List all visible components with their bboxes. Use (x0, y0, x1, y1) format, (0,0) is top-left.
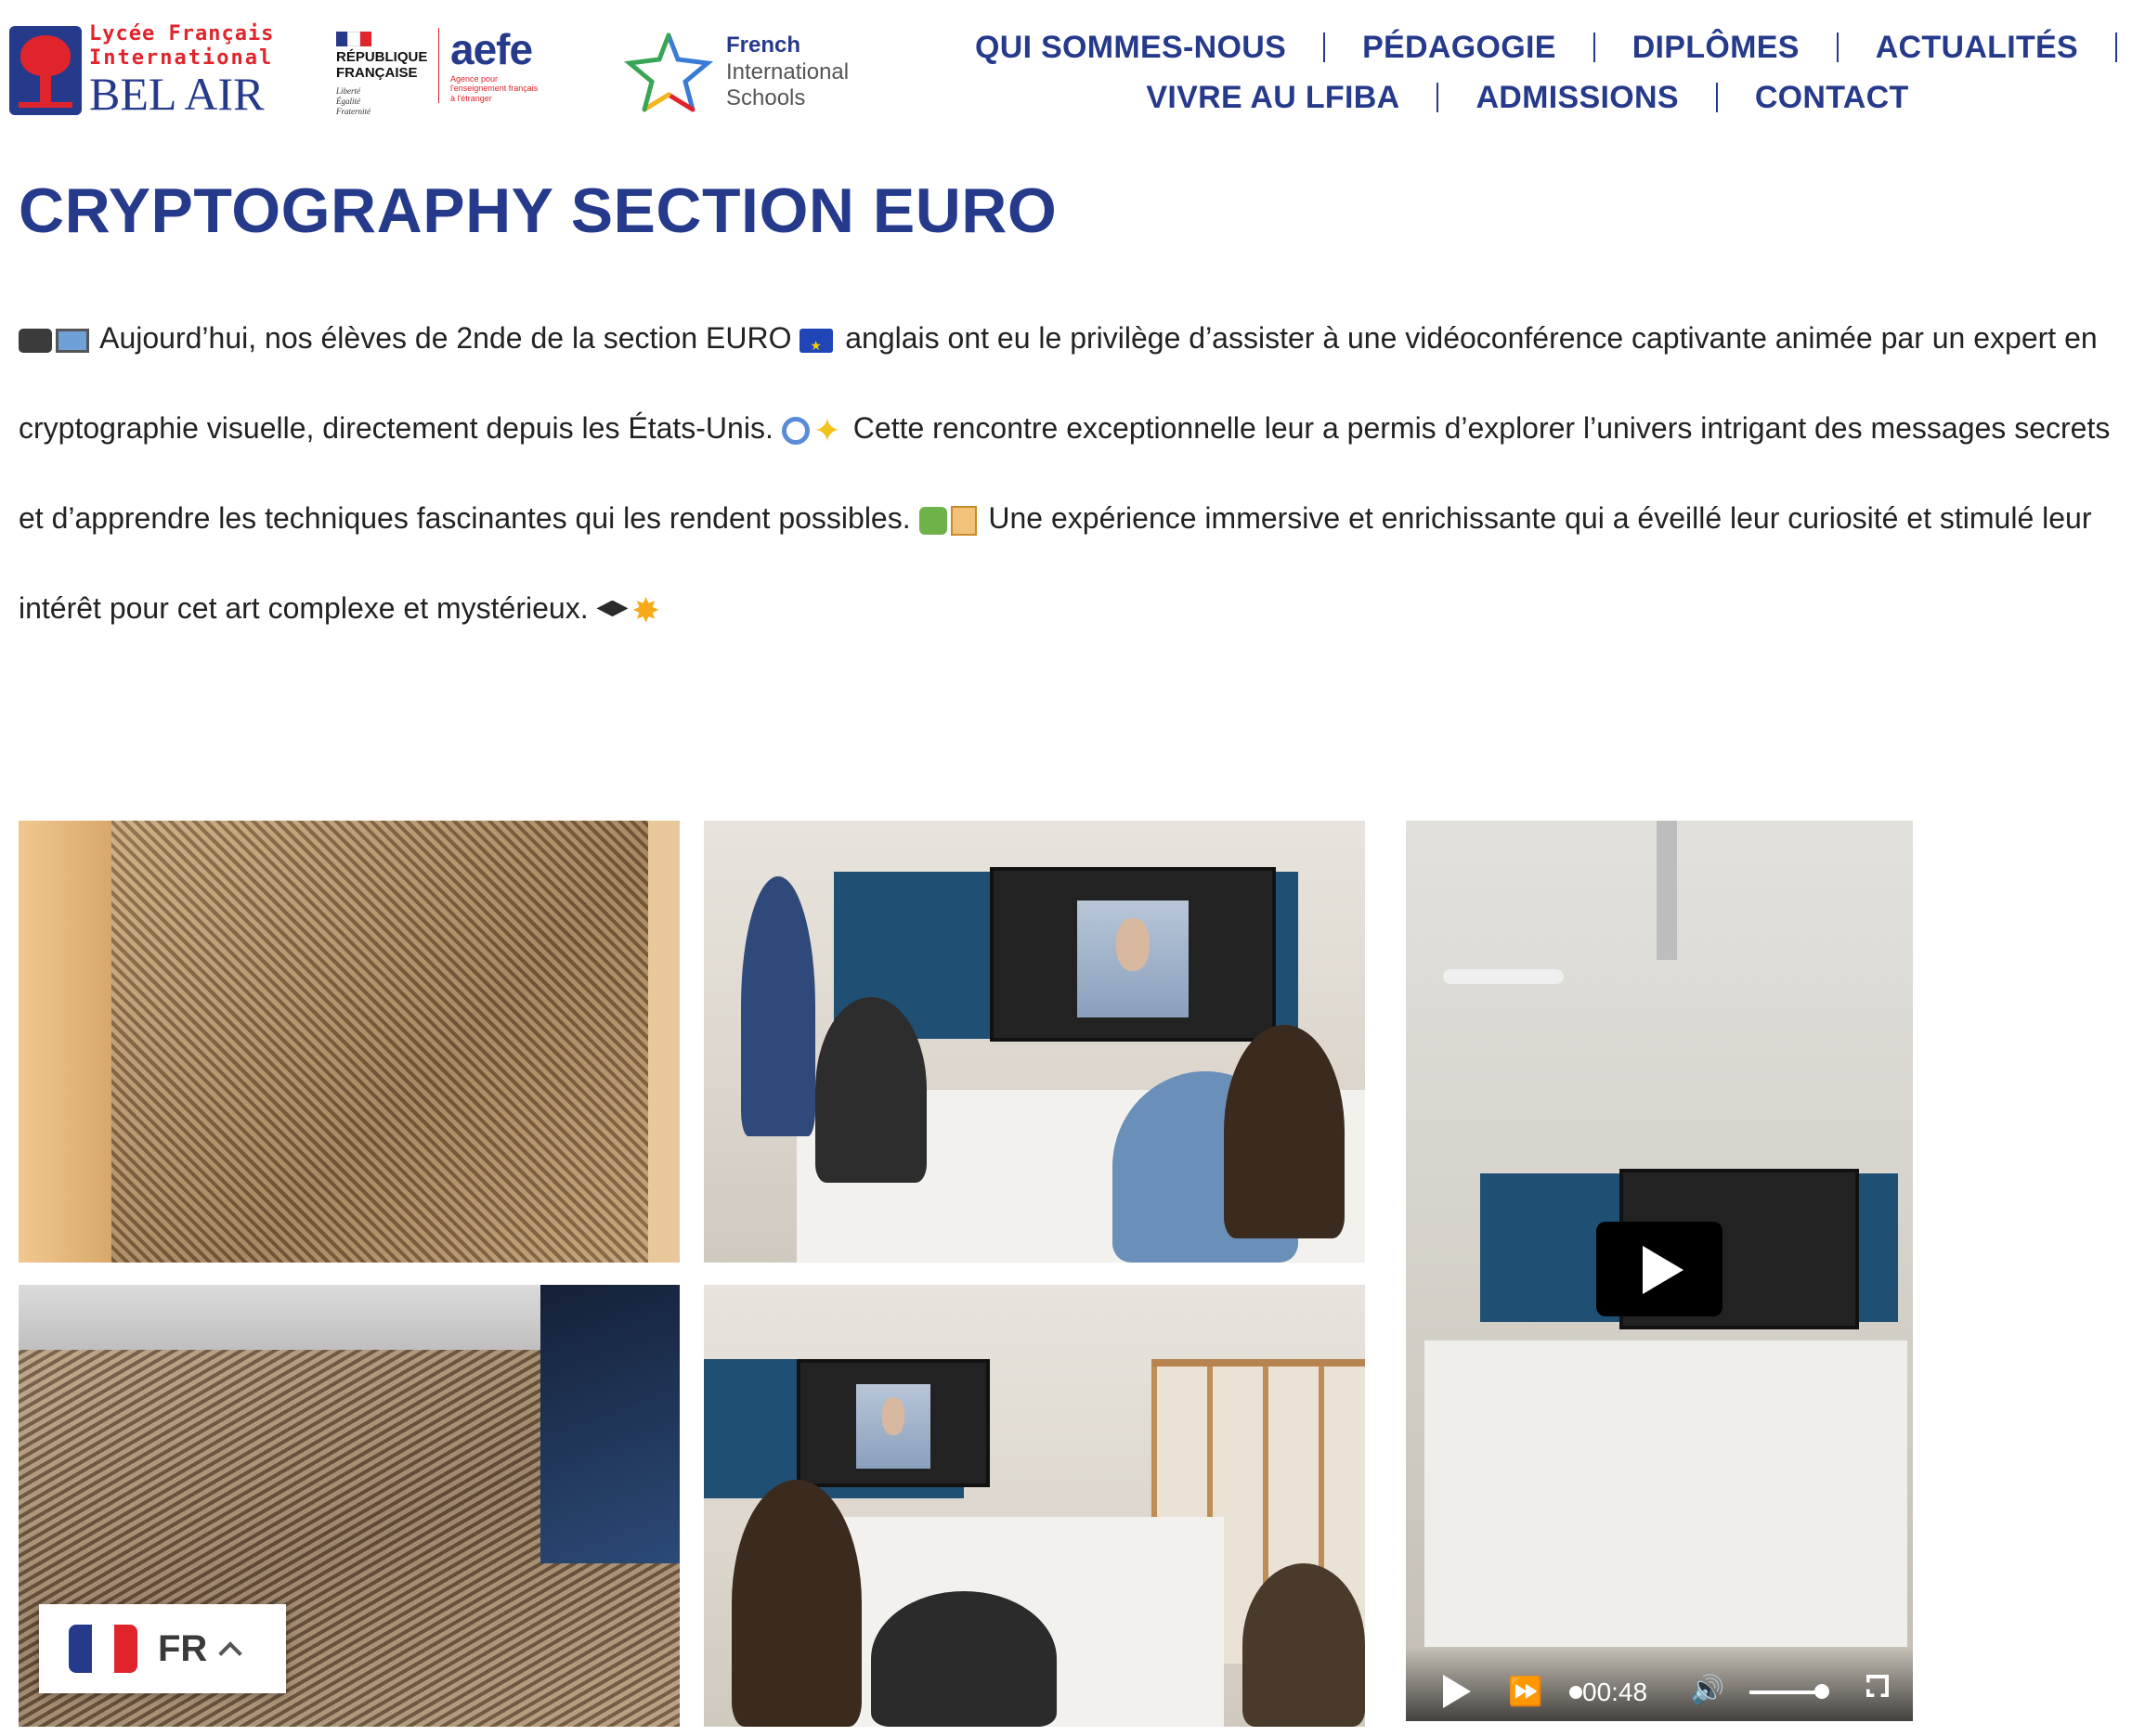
nav-contact[interactable]: CONTACT (1718, 80, 1946, 116)
article-body: Aujourd’hui, nos élèves de 2nde de la se… (19, 293, 2126, 654)
main-navigation: QUI SOMMES-NOUS PÉDAGOGIE DIPLÔMES ACTUA… (929, 22, 2126, 123)
play-icon[interactable] (1443, 1675, 1471, 1708)
nav-actualites[interactable]: ACTUALITÉS (1839, 30, 2115, 66)
language-switcher[interactable]: FR (39, 1604, 286, 1693)
page-title: CRYPTOGRAPHY SECTION EURO (19, 175, 1058, 246)
magnifier-icon (781, 416, 810, 445)
big-play-icon[interactable] (1596, 1222, 1722, 1316)
puzzle-icon (918, 506, 947, 535)
rf-motto-2: Égalité (336, 96, 360, 106)
fis-line-1: French (726, 32, 801, 58)
nav-row-1: QUI SOMMES-NOUS PÉDAGOGIE DIPLÔMES ACTUA… (929, 22, 2126, 72)
video-controls: ⏩ 00:48 🔊 (1406, 1647, 1913, 1721)
aefe-logo: aefe Agence pour l'enseignement français… (438, 25, 580, 104)
aefe-sub-1: Agence pour (450, 74, 499, 84)
aefe-wordmark: aefe (450, 25, 533, 73)
eu-flag-icon (800, 301, 834, 391)
hexagon-star-icon (624, 32, 713, 112)
laptop-icon (56, 328, 89, 353)
star-icon: ✸ (631, 590, 660, 629)
fis-line-3: Schools (726, 85, 806, 111)
nav-row-2: VIVRE AU LFIBA ADMISSIONS CONTACT (929, 72, 2126, 123)
nav-diplomes[interactable]: DIPLÔMES (1595, 30, 1837, 66)
graduation-cap-icon (596, 600, 629, 617)
gallery-photo-classroom-wide[interactable] (704, 1285, 1365, 1727)
gallery-photo-classroom-videoconference[interactable] (704, 821, 1365, 1263)
scroll-icon (950, 505, 977, 536)
rf-motto-1: Liberté (336, 86, 360, 96)
seek-handle[interactable] (1569, 1686, 1582, 1699)
nav-admissions[interactable]: ADMISSIONS (1438, 80, 1715, 116)
sparkles-icon: ✦ (812, 410, 841, 449)
nav-vivre-au-lfiba[interactable]: VIVRE AU LFIBA (1109, 80, 1436, 116)
volume-handle[interactable] (1814, 1684, 1829, 1699)
french-international-schools-logo: French International Schools (624, 30, 849, 115)
nav-pedagogie[interactable]: PÉDAGOGIE (1325, 30, 1593, 66)
rf-name-line-2: FRANÇAISE (336, 64, 418, 81)
volume-slider[interactable] (1749, 1691, 1824, 1694)
chevron-up-icon (218, 1641, 243, 1665)
aefe-sub-2: l'enseignement français (450, 84, 539, 94)
nav-divider (2115, 32, 2118, 62)
tree-crest-icon (9, 26, 82, 115)
logo-line-3: BEL AIR (89, 68, 265, 120)
marianne-flag-icon (336, 32, 371, 46)
french-flag-icon (69, 1625, 137, 1673)
article-text-1: Aujourd’hui, nos élèves de 2nde de la se… (99, 321, 792, 355)
video-player[interactable]: ⏩ 00:48 🔊 (1406, 821, 1913, 1721)
fullscreen-icon[interactable] (1866, 1675, 1889, 1697)
rf-name-line-1: RÉPUBLIQUE (336, 49, 428, 65)
belair-logo[interactable]: Lycée Français International BEL AIR (9, 22, 275, 120)
language-code: FR (158, 1627, 208, 1669)
gallery-photo-cryptography-pattern[interactable] (19, 821, 680, 1263)
fast-forward-icon[interactable]: ⏩ (1508, 1678, 1542, 1706)
logo-line-1: Lycée Français (89, 22, 275, 45)
rf-motto-3: Fraternité (336, 106, 370, 116)
logo-line-2: International (89, 46, 274, 70)
fis-line-2: International (726, 58, 850, 84)
volume-icon[interactable]: 🔊 (1690, 1677, 1724, 1704)
video-camera-icon (19, 328, 52, 353)
nav-qui-sommes-nous[interactable]: QUI SOMMES-NOUS (938, 30, 1323, 66)
aefe-sub-3: à l'étranger (450, 93, 492, 103)
republique-francaise-logo: RÉPUBLIQUE FRANÇAISE Liberté Égalité Fra… (336, 32, 428, 116)
video-time: 00:48 (1582, 1678, 1648, 1706)
